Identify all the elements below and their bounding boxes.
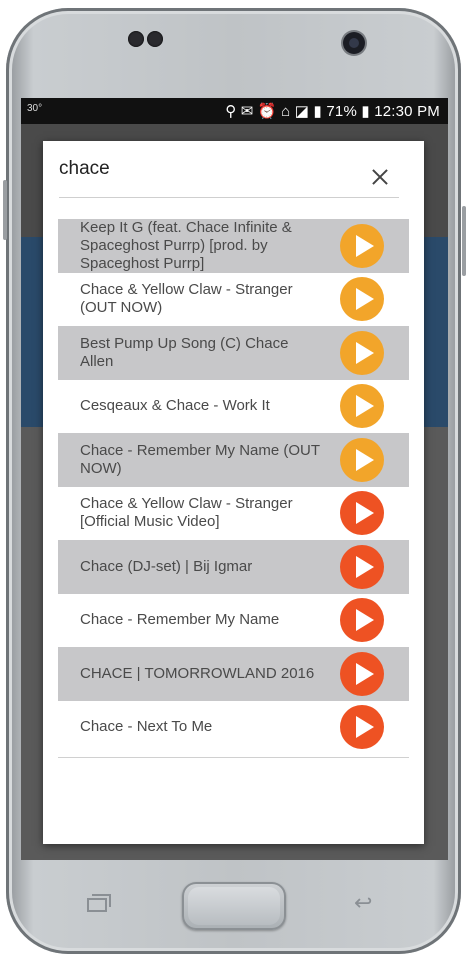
song-title: Keep It G (feat. Chace Infinite & Spaceg… — [80, 218, 292, 272]
clock: 12:30 PM — [374, 103, 440, 120]
song-title: Chace & Yellow Claw - Stranger (OUT NOW) — [80, 281, 293, 317]
list-item[interactable]: Chace (DJ-set) | Bij Igmar — [58, 540, 409, 594]
status-right: ⚲ ✉ ⏰ ⌂ ◪ ▮ 71% ▮ 12:30 PM — [225, 103, 440, 120]
song-title: Chace (DJ-set) | Bij Igmar — [80, 557, 253, 575]
song-title: Chace - Remember My Name — [80, 611, 280, 629]
song-title: Chace - Remember My Name (OUT NOW) — [80, 441, 320, 477]
play-icon[interactable] — [340, 437, 384, 482]
list-item[interactable]: CHACE | TOMORROWLAND 2016 — [58, 647, 409, 701]
song-title: Chace - Next To Me — [80, 718, 213, 736]
weather-temp: 30° — [27, 103, 43, 114]
song-title: Cesqeaux & Chace - Work It — [80, 397, 270, 415]
power-button — [462, 206, 466, 276]
results-list: Keep It G (feat. Chace Infinite & Spaceg… — [58, 219, 409, 754]
play-icon[interactable] — [340, 491, 384, 536]
song-title: CHACE | TOMORROWLAND 2016 — [80, 664, 315, 682]
back-icon[interactable]: ↩ — [354, 890, 384, 915]
list-item[interactable]: Chace & Yellow Claw - Stranger (OUT NOW) — [58, 273, 409, 327]
play-icon[interactable] — [340, 544, 384, 589]
battery-level: 71% — [326, 103, 357, 120]
song-title: Chace & Yellow Claw - Stranger [Official… — [80, 495, 293, 531]
song-title: Best Pump Up Song (C) Chace Allen — [80, 334, 289, 370]
list-item[interactable]: Chace & Yellow Claw - Stranger [Official… — [58, 487, 409, 541]
list-item[interactable]: Best Pump Up Song (C) Chace Allen — [58, 326, 409, 380]
play-icon[interactable] — [340, 277, 384, 322]
volume-button — [3, 180, 7, 240]
search-dialog: Keep It G (feat. Chace Infinite & Spaceg… — [43, 141, 424, 844]
list-item[interactable]: Chace - Next To Me — [58, 701, 409, 755]
play-icon[interactable] — [340, 651, 384, 696]
front-camera-icon — [343, 32, 365, 54]
list-item[interactable]: Cesqeaux & Chace - Work It — [58, 380, 409, 434]
status-icons: ⚲ ✉ ⏰ ⌂ ◪ ▮ — [225, 103, 327, 120]
list-item[interactable]: Keep It G (feat. Chace Infinite & Spaceg… — [58, 219, 409, 273]
play-icon[interactable] — [340, 330, 384, 375]
search-input[interactable] — [59, 157, 329, 181]
status-bar: 30° ⚲ ✉ ⏰ ⌂ ◪ ▮ 71% ▮ 12:30 PM — [21, 98, 448, 124]
sensor-icon — [128, 31, 144, 47]
play-icon[interactable] — [340, 223, 384, 268]
recent-apps-icon[interactable] — [86, 893, 112, 913]
list-divider — [58, 757, 409, 758]
play-icon[interactable] — [340, 705, 384, 750]
close-icon[interactable] — [365, 163, 395, 193]
home-button[interactable] — [182, 882, 286, 930]
list-item[interactable]: Chace - Remember My Name — [58, 594, 409, 648]
play-icon[interactable] — [340, 598, 384, 643]
list-item[interactable]: Chace - Remember My Name (OUT NOW) — [58, 433, 409, 487]
play-icon[interactable] — [340, 384, 384, 429]
sensor-icon — [147, 31, 163, 47]
